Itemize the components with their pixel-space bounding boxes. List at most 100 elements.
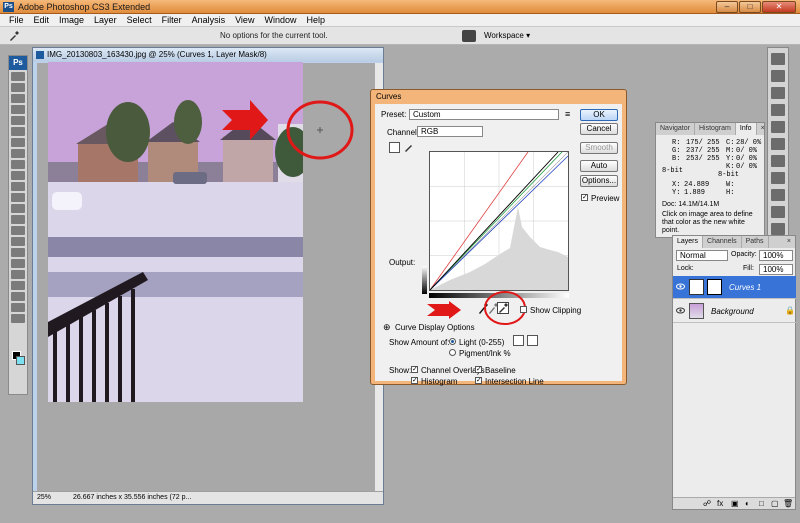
visibility-eye-icon[interactable]: [676, 307, 685, 314]
visibility-eye-icon[interactable]: [676, 283, 685, 290]
smooth-button[interactable]: Smooth: [580, 142, 618, 154]
menu-filter[interactable]: Filter: [157, 14, 187, 26]
menu-image[interactable]: Image: [54, 14, 89, 26]
preset-dropdown[interactable]: Custom: [409, 109, 559, 120]
pigment-radio[interactable]: [449, 349, 456, 356]
show-clipping-checkbox[interactable]: [520, 306, 527, 313]
dock-panel-icon[interactable]: [771, 155, 785, 167]
tab-layers[interactable]: Layers: [673, 236, 704, 248]
cancel-button[interactable]: Cancel: [580, 123, 618, 135]
tab-channels[interactable]: Channels: [703, 236, 742, 248]
preview-checkbox[interactable]: ✓: [581, 194, 588, 201]
add-mask-icon[interactable]: ▣: [731, 499, 739, 508]
history-brush-tool-icon[interactable]: [11, 171, 25, 180]
menu-file[interactable]: File: [4, 14, 29, 26]
menu-view[interactable]: View: [230, 14, 259, 26]
link-layers-icon[interactable]: ☍: [703, 499, 711, 508]
hand-tool-icon[interactable]: [11, 303, 25, 312]
light-radio[interactable]: [449, 338, 456, 345]
menu-select[interactable]: Select: [122, 14, 157, 26]
display-options-label[interactable]: Curve Display Options: [395, 323, 475, 332]
lasso-tool-icon[interactable]: [11, 94, 25, 103]
preset-options-icon[interactable]: ≡: [565, 109, 570, 119]
dock-panel-icon[interactable]: [771, 104, 785, 116]
dock-panel-icon[interactable]: [771, 87, 785, 99]
layer-style-icon[interactable]: fx: [717, 499, 723, 508]
notes-tool-icon[interactable]: [11, 281, 25, 290]
new-group-icon[interactable]: □: [759, 499, 764, 508]
zoom-tool-icon[interactable]: [11, 314, 25, 323]
workspace-menu[interactable]: Workspace ▾: [484, 31, 530, 40]
document-title-bar[interactable]: IMG_20130803_163430.jpg @ 25% (Curves 1,…: [33, 48, 383, 62]
shape-tool-icon[interactable]: [11, 259, 25, 268]
baseline-checkbox[interactable]: ✓: [475, 366, 482, 373]
blur-tool-icon[interactable]: [11, 204, 25, 213]
quick-selection-tool-icon[interactable]: [11, 105, 25, 114]
grid-detailed-icon[interactable]: [527, 335, 538, 346]
display-options-toggle-icon[interactable]: ⊕: [383, 322, 391, 333]
brush-tool-icon[interactable]: [11, 149, 25, 158]
tab-histogram[interactable]: Histogram: [695, 123, 736, 135]
opacity-input[interactable]: 100%: [759, 250, 793, 261]
layer-row-background[interactable]: Background 🔒: [673, 300, 796, 323]
ok-button[interactable]: OK: [580, 109, 618, 121]
channel-dropdown[interactable]: RGB: [417, 126, 483, 137]
blend-mode-dropdown[interactable]: Normal: [676, 250, 728, 261]
minimize-button[interactable]: –: [716, 1, 738, 13]
dock-panel-icon[interactable]: [771, 70, 785, 82]
menu-analysis[interactable]: Analysis: [187, 14, 231, 26]
tab-info[interactable]: Info: [735, 123, 757, 135]
type-tool-icon[interactable]: [11, 237, 25, 246]
pencil-draw-icon[interactable]: [403, 142, 414, 153]
gradient-tool-icon[interactable]: [11, 193, 25, 202]
histogram-checkbox[interactable]: ✓: [411, 377, 418, 384]
panel-close-icon[interactable]: ×: [783, 236, 795, 248]
options-button[interactable]: Options...: [580, 175, 618, 187]
workspace-icon[interactable]: [462, 30, 476, 42]
menu-help[interactable]: Help: [301, 14, 330, 26]
slice-tool-icon[interactable]: [11, 127, 25, 136]
panel-close-icon[interactable]: ×: [757, 123, 769, 135]
dock-panel-icon[interactable]: [771, 53, 785, 65]
fill-input[interactable]: 100%: [759, 264, 793, 275]
crop-tool-icon[interactable]: [11, 116, 25, 125]
tab-navigator[interactable]: Navigator: [656, 123, 695, 135]
menu-edit[interactable]: Edit: [29, 14, 55, 26]
dodge-tool-icon[interactable]: [11, 215, 25, 224]
path-selection-tool-icon[interactable]: [11, 248, 25, 257]
layer-row-curves[interactable]: Curves 1: [673, 276, 796, 299]
dock-panel-icon[interactable]: [771, 138, 785, 150]
3d-rotate-tool-icon[interactable]: [11, 270, 25, 279]
zoom-level[interactable]: 25%: [37, 494, 51, 501]
dock-panel-icon[interactable]: [771, 189, 785, 201]
tab-paths[interactable]: Paths: [742, 236, 769, 248]
dock-panel-icon[interactable]: [771, 223, 785, 235]
menu-layer[interactable]: Layer: [89, 14, 122, 26]
close-button[interactable]: ✕: [762, 1, 796, 13]
menu-window[interactable]: Window: [259, 14, 301, 26]
dock-panel-icon[interactable]: [771, 172, 785, 184]
maximize-button[interactable]: □: [739, 1, 761, 13]
marquee-tool-icon[interactable]: [11, 83, 25, 92]
curves-graph[interactable]: [429, 151, 569, 291]
dock-panel-icon[interactable]: [771, 121, 785, 133]
curve-edit-points-icon[interactable]: [389, 142, 400, 153]
eyedropper-tool-icon[interactable]: [8, 30, 20, 42]
background-color-swatch[interactable]: [16, 356, 25, 365]
healing-brush-tool-icon[interactable]: [11, 138, 25, 147]
dock-panel-icon[interactable]: [771, 206, 785, 218]
pen-tool-icon[interactable]: [11, 226, 25, 235]
delete-layer-icon[interactable]: 🗑: [783, 499, 793, 508]
new-adjustment-icon[interactable]: ◐: [745, 499, 750, 508]
layer-mask-thumbnail[interactable]: [707, 279, 722, 295]
document-size-info[interactable]: 26.667 inches x 35.556 inches (72 p...: [73, 494, 191, 501]
clone-stamp-tool-icon[interactable]: [11, 160, 25, 169]
eraser-tool-icon[interactable]: [11, 182, 25, 191]
eyedropper-tool-icon[interactable]: [11, 292, 25, 301]
new-layer-icon[interactable]: ▢: [771, 499, 779, 508]
channel-overlays-checkbox[interactable]: ✓: [411, 366, 418, 373]
intersection-line-checkbox[interactable]: ✓: [475, 377, 482, 384]
move-tool-icon[interactable]: [11, 72, 25, 81]
grid-simple-icon[interactable]: [513, 335, 524, 346]
auto-button[interactable]: Auto: [580, 160, 618, 172]
